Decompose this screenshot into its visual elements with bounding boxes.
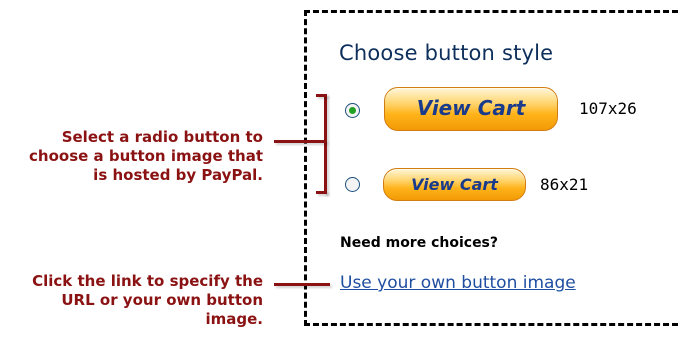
callout-bracket-vertical — [324, 94, 327, 194]
view-cart-large-button-image: View Cart — [384, 87, 558, 131]
more-choices-heading: Need more choices? — [340, 235, 499, 251]
size-label-large: 107x26 — [579, 99, 637, 118]
size-label-small: 86x21 — [540, 175, 589, 194]
callout-connector-link — [274, 283, 330, 286]
radio-small-button[interactable] — [345, 177, 360, 192]
callout-bracket-top — [316, 94, 327, 97]
view-cart-small-button-image: View Cart — [383, 168, 526, 201]
callout-bracket-bottom — [316, 191, 327, 194]
radio-large-button[interactable] — [345, 103, 360, 118]
callout-connector-radio — [274, 140, 326, 143]
callout-own-image-link: Click the link to specify the URL or you… — [32, 272, 263, 328]
use-own-image-link[interactable]: Use your own button image — [340, 273, 576, 293]
panel-title: Choose button style — [339, 41, 554, 65]
callout-radio-buttons: Select a radio button to choose a button… — [29, 128, 263, 184]
